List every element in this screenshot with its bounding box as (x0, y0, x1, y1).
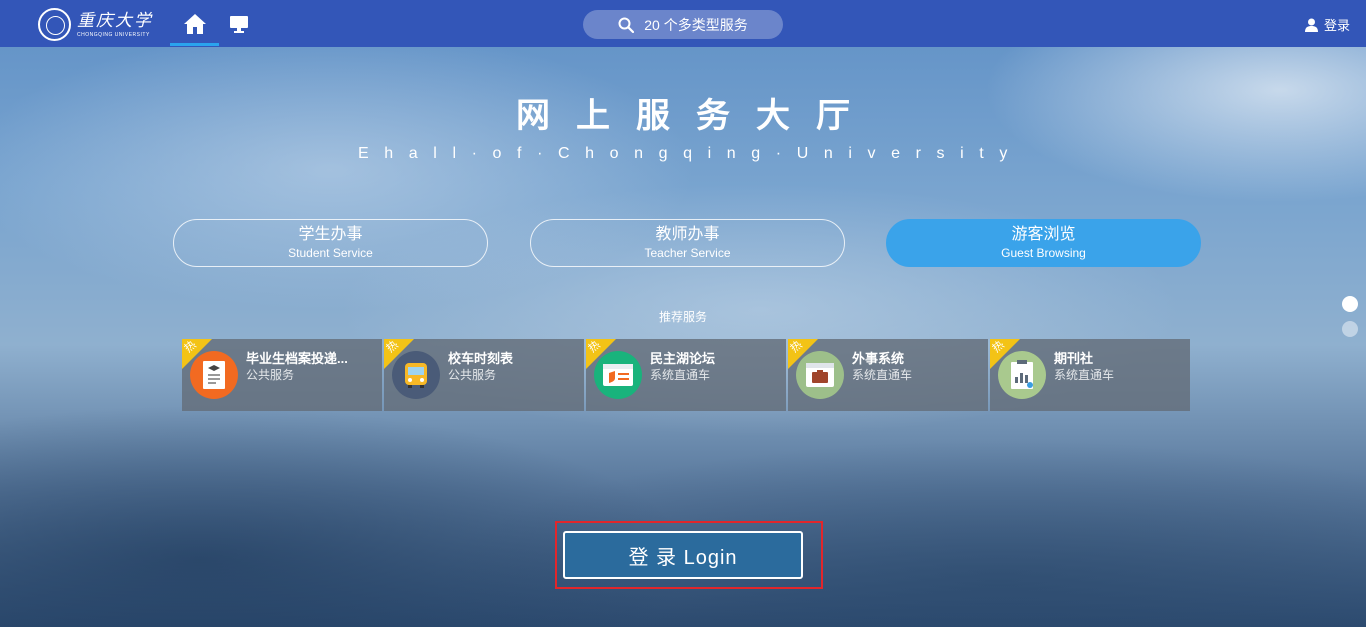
logo-cn-text: 重庆大学 (77, 10, 153, 31)
teacher-service-button[interactable]: 教师办事 Teacher Service (530, 219, 845, 267)
service-card-journal[interactable]: 期刊社 系统直通车 热 (990, 339, 1190, 411)
service-name: 民主湖论坛 (650, 351, 716, 366)
service-category: 公共服务 (246, 368, 295, 382)
header-login-link[interactable]: 登录 (1304, 15, 1350, 34)
service-name: 外事系统 (852, 351, 905, 366)
university-logo[interactable]: 重庆大学 CHONGQING UNIVERSITY (38, 8, 153, 41)
header-login-label: 登录 (1323, 18, 1350, 33)
role-label-en: Student Service (288, 246, 373, 260)
user-icon (1304, 18, 1318, 32)
page-dot-1[interactable] (1342, 296, 1358, 312)
service-category: 公共服务 (448, 368, 497, 382)
recommended-services: 毕业生档案投递... 公共服务 热 校车时刻表 公共服务 热 民主湖论坛 系统直… (182, 339, 1192, 411)
role-label-en: Teacher Service (644, 246, 731, 260)
top-nav-bar: 重庆大学 CHONGQING UNIVERSITY 20 个多类型服务 登录 (0, 0, 1366, 47)
service-category: 系统直通车 (650, 368, 711, 382)
service-card-forum[interactable]: 民主湖论坛 系统直通车 热 (586, 339, 786, 411)
service-card-bus[interactable]: 校车时刻表 公共服务 热 (384, 339, 584, 411)
role-label-cn: 游客浏览 (1011, 226, 1076, 243)
service-name: 校车时刻表 (448, 351, 514, 366)
page-subtitle: Ehall·of·Chongqing·University (358, 145, 1023, 162)
role-label-cn: 教师办事 (655, 226, 720, 243)
service-card-archive[interactable]: 毕业生档案投递... 公共服务 热 (182, 339, 382, 411)
service-category: 系统直通车 (1054, 368, 1115, 382)
search-icon (618, 17, 635, 33)
service-card-foreign-affairs[interactable]: 外事系统 系统直通车 热 (788, 339, 988, 411)
page-indicator (1342, 296, 1358, 346)
guest-browsing-button[interactable]: 游客浏览 Guest Browsing (886, 219, 1201, 267)
home-icon (183, 13, 206, 34)
login-button[interactable]: 登 录 Login (563, 531, 803, 579)
page-dot-2[interactable] (1342, 321, 1358, 337)
seal-icon (38, 8, 71, 41)
role-label-cn: 学生办事 (298, 226, 363, 243)
service-name: 期刊社 (1054, 351, 1094, 366)
nav-home-tab[interactable] (170, 0, 219, 47)
monitor-icon (230, 15, 248, 33)
logo-en-text: CHONGQING UNIVERSITY (77, 31, 150, 38)
service-name: 毕业生档案投递... (246, 351, 348, 366)
role-label-en: Guest Browsing (1001, 246, 1086, 260)
recommended-title: 推荐服务 (658, 310, 707, 324)
service-search-button[interactable]: 20 个多类型服务 (583, 10, 783, 39)
service-category: 系统直通车 (852, 368, 913, 382)
page-title: 网上服务大厅 (516, 97, 876, 135)
nav-desktop-tab[interactable] (226, 0, 252, 47)
student-service-button[interactable]: 学生办事 Student Service (173, 219, 488, 267)
search-label: 20 个多类型服务 (644, 16, 748, 33)
